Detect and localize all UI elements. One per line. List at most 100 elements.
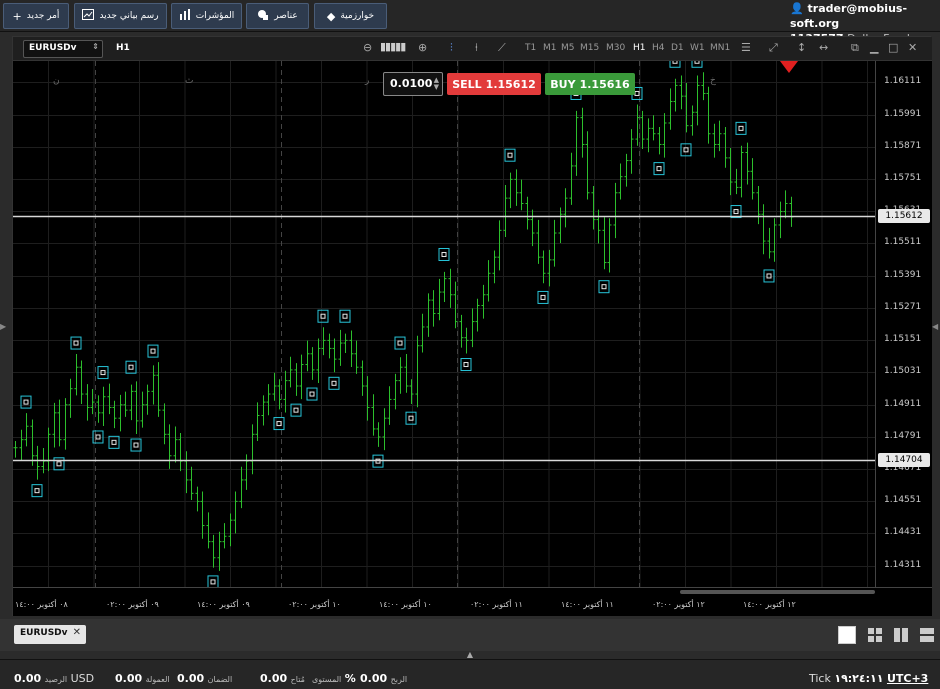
indicators-button[interactable]: المؤشرات	[171, 3, 242, 29]
ohlc-bar	[679, 75, 684, 110]
algorithms-button[interactable]: ◆ خوارزمية	[314, 3, 387, 29]
right-panel-arrow-icon[interactable]: ◀	[932, 322, 938, 331]
price-axis[interactable]: 1.161111.159911.158711.157511.156311.155…	[875, 61, 932, 587]
price-tick-label: 1.16111	[884, 76, 922, 87]
collapse-panel-icon[interactable]: ▲	[464, 651, 476, 659]
maximize-icon[interactable]: □	[888, 41, 898, 54]
fractal-down-marker	[537, 290, 549, 304]
timeframe-mn1[interactable]: MN1	[710, 43, 730, 53]
top-toolbar: + أمر جديد رسم بياني جديد المؤشرات عناصر…	[0, 0, 940, 45]
zoom-slider-icon[interactable]: ▮▮▮▮▮	[380, 40, 406, 53]
commission-value: 0.00	[115, 672, 143, 685]
chart-tab[interactable]: EURUSDv ✕	[14, 625, 86, 644]
time-tick-label: ١١ أكتوبر ١٤:٠٠	[561, 600, 614, 609]
chart-tab-label: EURUSDv	[20, 628, 68, 638]
ohlc-bar	[618, 163, 623, 200]
timeframe-w1[interactable]: W1	[690, 43, 705, 53]
ohlc-bar	[228, 513, 233, 547]
ohlc-bar	[211, 534, 216, 568]
elements-button[interactable]: عناصر	[246, 3, 309, 29]
ohlc-bar	[728, 147, 733, 196]
elements-label: عناصر	[274, 11, 298, 21]
horizontal-arrows-icon[interactable]: ↔	[819, 41, 828, 54]
fractal-marker-dot	[309, 391, 315, 397]
zoom-out-icon[interactable]: ⊖	[363, 41, 372, 54]
line-type-icon[interactable]: ⟋	[498, 41, 506, 55]
timeframe-h1[interactable]: H1	[633, 43, 646, 53]
fractal-marker-dot	[656, 166, 662, 172]
ohlc-bar	[321, 327, 326, 356]
ohlc-bar	[299, 354, 304, 400]
ohlc-bar	[140, 391, 145, 428]
free-label: مُتاح	[290, 675, 305, 684]
chart-scrollbar[interactable]	[680, 590, 875, 594]
ohlc-bar	[662, 113, 667, 158]
price-tick-label: 1.14311	[884, 559, 922, 570]
algorithms-label: خوارزمية	[340, 11, 375, 21]
horizontal-lines-icon[interactable]: ☰	[741, 41, 751, 54]
close-icon[interactable]: ✕	[908, 41, 917, 54]
vertical-arrows-icon[interactable]: ↕	[797, 41, 806, 54]
new-order-button[interactable]: + أمر جديد	[3, 3, 69, 29]
timeframe-m5[interactable]: M5	[561, 43, 575, 53]
layout-columns-icon[interactable]	[892, 626, 910, 644]
sell-price: 1.15612	[485, 77, 536, 91]
ohlc-bar	[30, 419, 35, 466]
layout-rows-icon[interactable]	[918, 626, 936, 644]
ohlc-bar	[745, 142, 750, 185]
timeframe-m30[interactable]: M30	[606, 43, 625, 53]
lot-size-value: 0.0100	[390, 77, 433, 90]
ohlc-bar	[200, 491, 205, 539]
session-day-label: ن	[53, 76, 60, 86]
timeframe-m15[interactable]: M15	[580, 43, 599, 53]
close-tab-icon[interactable]: ✕	[73, 627, 81, 638]
ohlc-bar	[96, 395, 101, 423]
timezone-select[interactable]: UTC+3	[887, 672, 928, 685]
ohlc-bar	[178, 432, 183, 472]
fractal-marker-dot	[23, 399, 29, 405]
ohlc-bar	[420, 313, 425, 353]
fractal-up-marker	[438, 247, 450, 261]
sell-button[interactable]: SELL 1.15612	[447, 73, 541, 95]
new-chart-button[interactable]: رسم بياني جديد	[74, 3, 167, 29]
time-tick-label: ١٠ أكتوبر ١٤:٠٠	[379, 600, 432, 609]
session-day-label: ث	[185, 76, 193, 86]
fractal-down-marker	[306, 387, 318, 401]
symbol-select-value: EURUSDv	[29, 43, 77, 53]
fractal-marker-dot	[293, 407, 299, 413]
lot-size-input[interactable]: 0.0100 ▲ ▼	[383, 72, 443, 96]
detach-icon[interactable]: ⧉	[851, 41, 859, 55]
fractal-up-marker	[147, 344, 159, 358]
chart-plot-area[interactable]: نثرخ	[13, 61, 875, 587]
timeframe-d1[interactable]: D1	[671, 43, 684, 53]
time-tick-label: ٠٨ أكتوبر ١٤:٠٠	[15, 600, 68, 609]
layout-grid-icon[interactable]	[866, 626, 884, 644]
ohlc-bar	[376, 422, 381, 447]
time-axis[interactable]: ٠٨ أكتوبر ١٤:٠٠ ٠٩ أكتوبر ٠٢:٠٠ ٠٩ أكتوبر …	[13, 587, 932, 616]
fractal-marker-dot	[507, 152, 513, 158]
minimize-icon[interactable]: ▁	[870, 41, 878, 54]
fractal-marker-dot	[694, 61, 700, 64]
diagonal-arrows-icon[interactable]: ⤢	[769, 41, 778, 55]
ohlc-bar	[118, 394, 123, 432]
price-tick-label: 1.14551	[884, 495, 922, 506]
ohlc-bar	[57, 399, 62, 447]
fractal-up-marker	[339, 309, 351, 323]
buy-button[interactable]: BUY 1.15616	[545, 73, 635, 95]
left-panel-arrow-icon[interactable]: ▶	[0, 322, 6, 331]
bar-type-icon[interactable]: ⫶	[450, 41, 453, 55]
price-tick-label: 1.15751	[884, 173, 922, 184]
price-tick-label: 1.15031	[884, 366, 922, 377]
level-value: %	[344, 672, 356, 685]
ohlc-bar	[717, 120, 722, 152]
ohlc-bar	[332, 338, 337, 373]
timeframe-m1[interactable]: M1	[543, 43, 557, 53]
symbol-select[interactable]: EURUSDv ⇕	[23, 40, 103, 58]
zoom-in-icon[interactable]: ⊕	[418, 41, 427, 54]
timeframe-t1[interactable]: T1	[525, 43, 536, 53]
ohlc-bar	[778, 201, 783, 239]
layout-single-icon[interactable]	[838, 626, 856, 644]
fractal-marker-dot	[601, 284, 607, 290]
candle-type-icon[interactable]: ⍿	[475, 41, 478, 55]
timeframe-h4[interactable]: H4	[652, 43, 665, 53]
